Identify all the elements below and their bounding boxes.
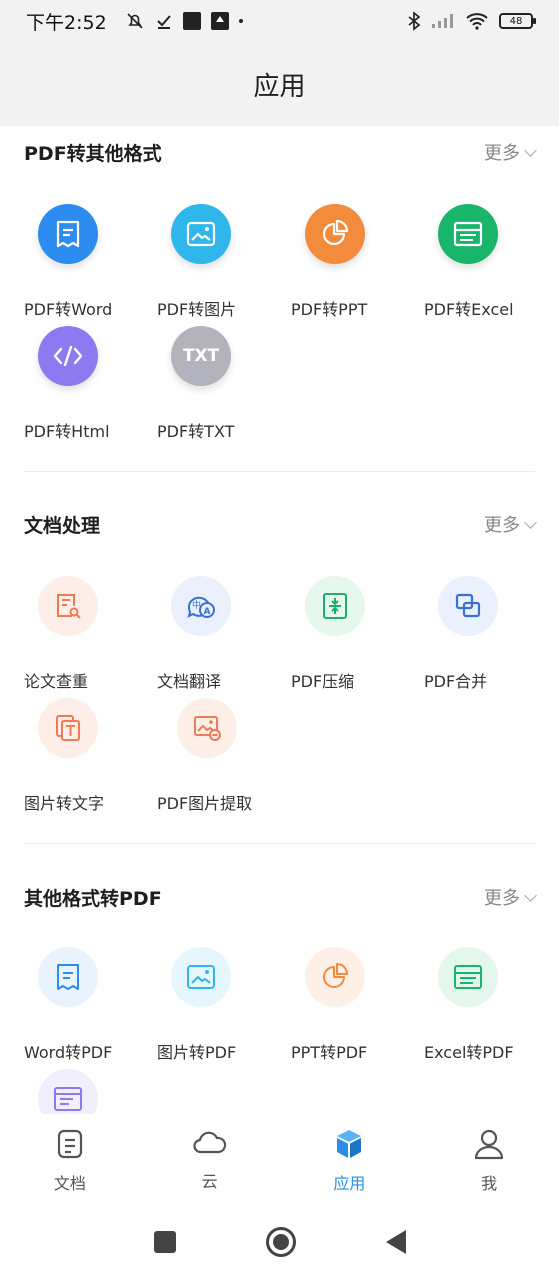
more-button[interactable]: 更多 [484, 511, 537, 537]
tile-ppt-to-pdf[interactable]: PPT转PDF [291, 947, 421, 1062]
compress-icon [305, 576, 365, 636]
word-doc-icon [38, 204, 98, 264]
html-window-icon [38, 1069, 98, 1114]
nav-me[interactable]: 我 [419, 1114, 559, 1204]
image-to-text-icon [38, 698, 98, 758]
image-icon [171, 204, 231, 264]
chevron-down-icon [524, 143, 537, 157]
tile-label: PDF图片提取 [157, 794, 253, 813]
tile-label: Excel转PDF [424, 1043, 514, 1062]
tile-label: PDF转Html [24, 422, 110, 441]
txt-icon: TXT [171, 326, 231, 386]
pie-chart-icon [305, 947, 365, 1007]
tile-label: PDF转PPT [291, 300, 368, 319]
paper-check-icon [38, 576, 98, 636]
tile-label: 论文查重 [24, 672, 89, 691]
tile-pdf-to-html[interactable]: PDF转Html [24, 326, 154, 441]
back-button[interactable] [385, 1230, 406, 1254]
tile-doc-translate[interactable]: 中A 文档翻译 [157, 576, 287, 691]
tile-label: PPT转PDF [291, 1043, 368, 1062]
section-divider [24, 843, 535, 844]
tile-pdf-compress[interactable]: PDF压缩 [291, 576, 421, 691]
tile-pdf-merge[interactable]: PDF合并 [424, 576, 554, 691]
image-icon [171, 947, 231, 1007]
chevron-down-icon [524, 888, 537, 902]
tile-image-to-pdf[interactable]: 图片转PDF [157, 947, 287, 1062]
tile-label: PDF转Word [24, 300, 113, 319]
tile-pdf-to-word[interactable]: PDF转Word [24, 204, 154, 319]
tile-image-to-text[interactable]: 图片转文字 [24, 698, 154, 813]
app-header: 应用 [0, 42, 559, 126]
wifi-icon [465, 12, 489, 30]
recent-apps-button[interactable] [153, 1231, 176, 1253]
more-button[interactable]: 更多 [484, 884, 537, 910]
tile-label: 图片转PDF [157, 1043, 237, 1062]
cube-icon [333, 1128, 365, 1164]
tile-label: Word转PDF [24, 1043, 113, 1062]
translate-icon: 中A [171, 576, 231, 636]
mute-bell-icon [125, 11, 145, 31]
more-button[interactable]: 更多 [484, 139, 537, 165]
tile-label: PDF转TXT [157, 422, 235, 441]
section-title: 文档处理 [24, 514, 101, 537]
tile-pdf-to-image[interactable]: PDF转图片 [157, 204, 287, 319]
page-title: 应用 [253, 71, 306, 102]
tile-label: PDF压缩 [291, 672, 355, 691]
pie-chart-icon [305, 204, 365, 264]
word-doc-icon [38, 947, 98, 1007]
svg-text:A: A [204, 607, 211, 617]
status-time: 下午2:52 [26, 11, 107, 34]
tile-pdf-to-excel[interactable]: PDF转Excel [424, 204, 554, 319]
apps-content[interactable]: PDF转其他格式 更多 PDF转Word PDF转图片 PDF转PPT PDF转… [0, 126, 559, 1114]
tile-pdf-to-ppt[interactable]: PDF转PPT [291, 204, 421, 319]
tile-label: 图片转文字 [24, 794, 105, 813]
tile-label: PDF转图片 [157, 300, 237, 319]
nav-documents[interactable]: 文档 [0, 1114, 140, 1204]
chevron-down-icon [524, 515, 537, 529]
notification-square-icon [182, 12, 201, 30]
bluetooth-icon [407, 11, 421, 31]
code-icon [38, 326, 98, 386]
bottom-nav: 文档 云 应用 我 [0, 1114, 559, 1204]
tile-label: PDF合并 [424, 672, 488, 691]
tile-excel-to-pdf[interactable]: Excel转PDF [424, 947, 554, 1062]
spreadsheet-icon [438, 204, 498, 264]
tile-pdf-to-txt[interactable]: TXT PDF转TXT [157, 326, 287, 441]
merge-icon [438, 576, 498, 636]
document-icon [55, 1128, 85, 1164]
tile-label: 文档翻译 [157, 672, 222, 691]
tile-pdf-image-extract[interactable]: PDF图片提取 [157, 698, 287, 813]
section-title: PDF转其他格式 [24, 142, 162, 165]
battery-icon: 48 [499, 13, 536, 29]
tile-paper-check[interactable]: 论文查重 [24, 576, 154, 691]
user-icon [473, 1128, 505, 1164]
image-extract-icon [177, 698, 237, 758]
section-divider [24, 471, 535, 472]
more-dot-icon [238, 19, 243, 23]
tile-label: PDF转Excel [424, 300, 514, 319]
cloud-icon [192, 1128, 228, 1162]
status-bar: 下午2:52 48 [0, 0, 559, 42]
section-title: 其他格式转PDF [24, 887, 162, 910]
tile-word-to-pdf[interactable]: Word转PDF [24, 947, 154, 1062]
nav-cloud[interactable]: 云 [140, 1114, 280, 1204]
nav-apps[interactable]: 应用 [280, 1114, 420, 1204]
check-icon [155, 12, 173, 30]
tile-html-to-pdf[interactable] [24, 1069, 154, 1114]
spreadsheet-icon [438, 947, 498, 1007]
system-nav-bar [0, 1204, 559, 1280]
upload-icon [210, 12, 229, 30]
home-button[interactable] [265, 1227, 296, 1257]
signal-icon [431, 13, 455, 29]
